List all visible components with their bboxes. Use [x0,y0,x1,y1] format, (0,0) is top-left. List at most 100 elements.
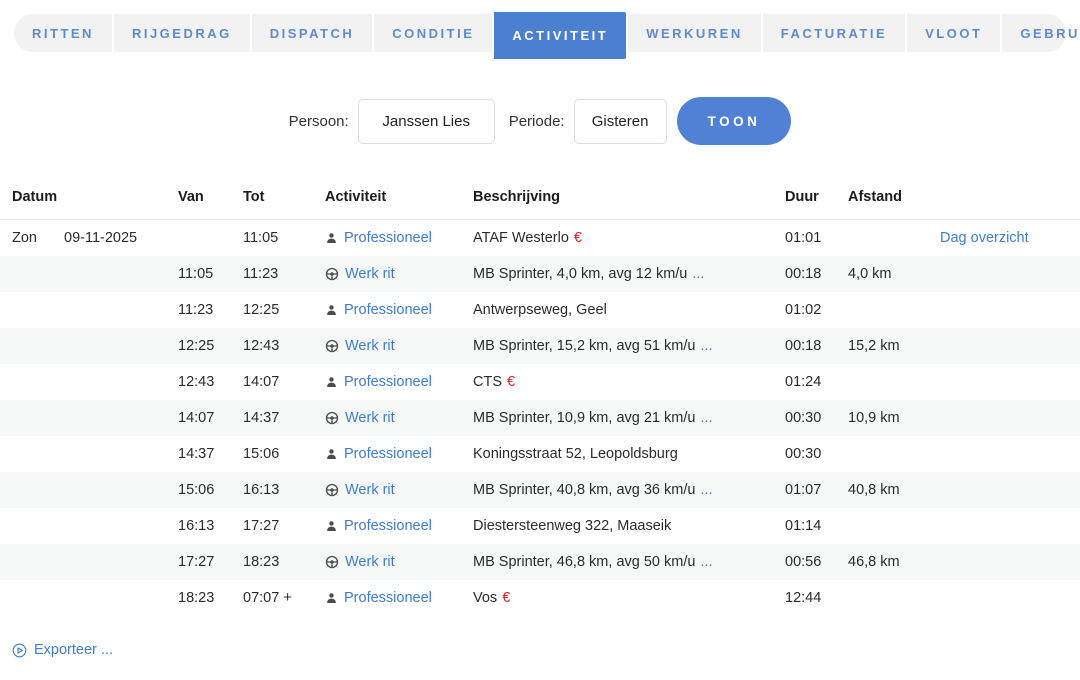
tab-vloot[interactable]: VLOOT [905,14,1000,52]
toon-button[interactable]: TOON [677,97,792,145]
cell-day-overview: Dag overzicht [940,230,1080,246]
more-link[interactable]: ... [700,482,712,498]
cell-duration: 00:56 [785,554,848,570]
person-icon [325,304,338,317]
cell-duration: 01:02 [785,302,848,318]
cell-duration: 00:18 [785,266,848,282]
cell-van: 17:27 [178,554,243,570]
header-afstand: Afstand [848,189,940,205]
cell-description: MB Sprinter, 10,9 km, avg 21 km/u ... [473,410,785,426]
cell-tot: 16:13 [243,482,325,498]
tab-facturatie[interactable]: FACTURATIE [761,14,905,52]
description-text: Koningsstraat 52, Leopoldsburg [473,446,678,462]
cell-activity: Werk rit [325,338,473,354]
description-text: MB Sprinter, 4,0 km, avg 12 km/u [473,266,687,282]
table-row: 17:27 18:23 Werk rit MB Sprinter, 46,8 k… [0,544,1080,580]
cell-van: 14:07 [178,410,243,426]
description-text: MB Sprinter, 15,2 km, avg 51 km/u [473,338,695,354]
activity-link[interactable]: Professioneel [344,590,432,606]
cell-van: 18:23 [178,590,243,606]
steering-wheel-icon [325,411,339,425]
person-icon [325,232,338,245]
activity-link[interactable]: Werk rit [345,482,395,498]
cell-tot: 11:05 [243,230,325,246]
cell-duration: 01:24 [785,374,848,390]
person-icon [325,592,338,605]
tab-werkuren[interactable]: WERKUREN [626,14,761,52]
cell-description: Koningsstraat 52, Leopoldsburg [473,446,785,462]
table-row: 15:06 16:13 Werk rit MB Sprinter, 40,8 k… [0,472,1080,508]
table-row: 18:23 07:07 + Professioneel Vos € 12:44 [0,580,1080,616]
activity-link[interactable]: Professioneel [344,230,432,246]
cell-distance: 10,9 km [848,410,940,426]
more-link[interactable]: ... [692,266,704,282]
cell-description: Antwerpseweg, Geel [473,302,785,318]
cell-tot: 15:06 [243,446,325,462]
steering-wheel-icon [325,555,339,569]
tab-activiteit[interactable]: ACTIVITEIT [492,12,626,59]
activity-link[interactable]: Werk rit [345,338,395,354]
cell-description: MB Sprinter, 4,0 km, avg 12 km/u ... [473,266,785,282]
cell-description: Vos € [473,590,785,606]
table-row: 14:07 14:37 Werk rit MB Sprinter, 10,9 k… [0,400,1080,436]
periode-label: Periode: [509,113,565,130]
persoon-input[interactable] [358,99,495,144]
cell-distance: 15,2 km [848,338,940,354]
table-row: Zon 09-11-2025 11:05 Professioneel ATAF … [0,220,1080,256]
header-tot: Tot [243,189,325,205]
cell-van: 15:06 [178,482,243,498]
activity-link[interactable]: Werk rit [345,554,395,570]
cell-van: 12:43 [178,374,243,390]
tab-rijgedrag[interactable]: RIJGEDRAG [112,14,250,52]
cell-activity: Professioneel [325,590,473,606]
cell-tot: 14:37 [243,410,325,426]
description-text: Diestersteenweg 322, Maaseik [473,518,671,534]
description-text: MB Sprinter, 46,8 km, avg 50 km/u [473,554,695,570]
table-body: Zon 09-11-2025 11:05 Professioneel ATAF … [0,220,1080,616]
activity-link[interactable]: Werk rit [345,410,395,426]
cell-tot: 07:07 + [243,590,325,606]
description-text: Antwerpseweg, Geel [473,302,607,318]
more-link[interactable]: ... [700,554,712,570]
person-icon [325,376,338,389]
cell-tot: 17:27 [243,518,325,534]
cell-description: MB Sprinter, 46,8 km, avg 50 km/u ... [473,554,785,570]
periode-input[interactable] [574,99,667,144]
steering-wheel-icon [325,339,339,353]
tab-ritten[interactable]: RITTEN [14,14,112,52]
cell-description: MB Sprinter, 40,8 km, avg 36 km/u ... [473,482,785,498]
cell-activity: Professioneel [325,374,473,390]
cell-duration: 00:30 [785,410,848,426]
tab-conditie[interactable]: CONDITIE [372,14,492,52]
cell-tot: 18:23 [243,554,325,570]
more-link[interactable]: ... [700,338,712,354]
header-activiteit: Activiteit [325,189,473,205]
tab-gebruik[interactable]: GEBRUIK [1000,14,1080,52]
activity-link[interactable]: Professioneel [344,518,432,534]
table-row: 14:37 15:06 Professioneel Koningsstraat … [0,436,1080,472]
cell-distance: 4,0 km [848,266,940,282]
activity-link[interactable]: Werk rit [345,266,395,282]
export-link[interactable]: Exporteer ... [34,642,113,658]
activity-link[interactable]: Professioneel [344,374,432,390]
cell-tot: 14:07 [243,374,325,390]
activity-link[interactable]: Professioneel [344,446,432,462]
day-overview-link[interactable]: Dag overzicht [940,230,1029,246]
person-icon [325,448,338,461]
cell-tot: 12:25 [243,302,325,318]
more-link[interactable]: ... [700,410,712,426]
cell-description: MB Sprinter, 15,2 km, avg 51 km/u ... [473,338,785,354]
cell-duration: 00:30 [785,446,848,462]
cell-description: CTS € [473,374,785,390]
cell-van: 11:23 [178,302,243,318]
persoon-label: Persoon: [289,113,349,130]
header-datum: Datum [12,189,178,205]
cell-tot: 12:43 [243,338,325,354]
cell-activity: Werk rit [325,482,473,498]
tab-dispatch[interactable]: DISPATCH [250,14,373,52]
table-row: 12:43 14:07 Professioneel CTS € 01:24 [0,364,1080,400]
steering-wheel-icon [325,267,339,281]
activity-link[interactable]: Professioneel [344,302,432,318]
cell-activity: Werk rit [325,554,473,570]
export-bar: Exporteer ... [12,642,1080,658]
